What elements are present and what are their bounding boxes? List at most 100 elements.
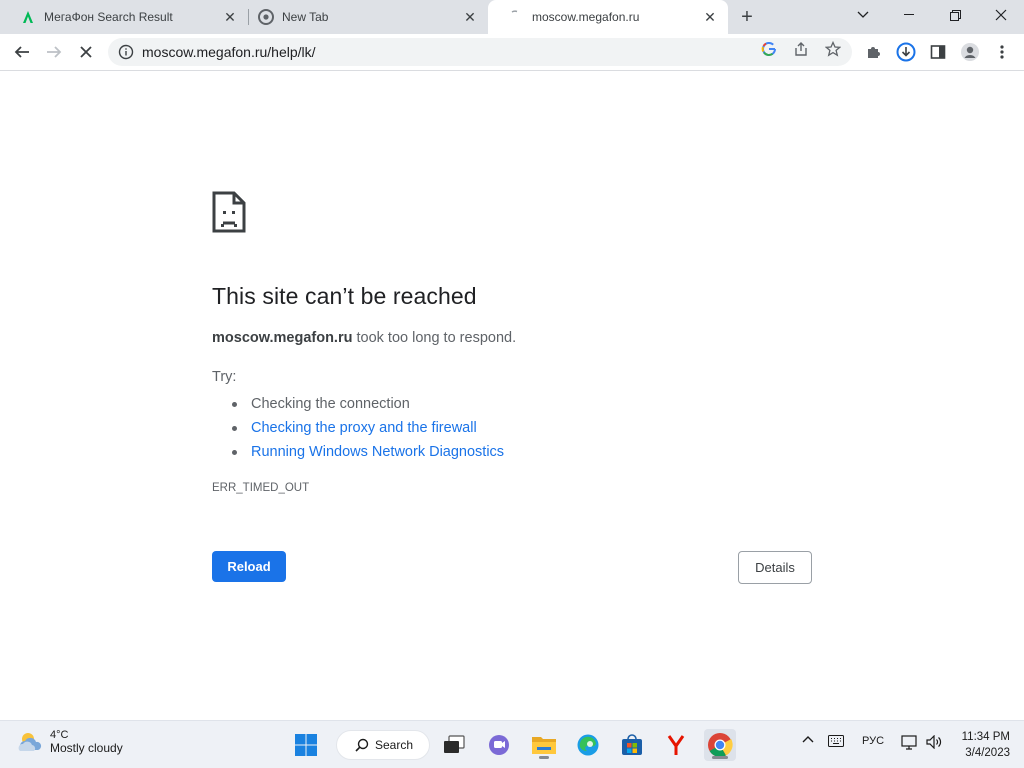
weather-temperature: 4°C [50,729,69,741]
suggestion-check-connection: Checking the connection [232,392,504,416]
site-info-icon[interactable] [118,44,134,60]
suggestion-network-diagnostics-link[interactable]: Running Windows Network Diagnostics [232,440,504,464]
stop-loading-button[interactable] [72,38,100,66]
teams-chat-button[interactable] [483,729,515,761]
tab-moscow-megafon[interactable]: moscow.megafon.ru ✕ [488,0,728,34]
reload-button[interactable]: Reload [212,551,286,582]
taskbar-search[interactable]: Search [336,730,430,760]
tab-title: МегаФон Search Result [44,10,173,24]
close-icon [995,9,1007,21]
weather-widget[interactable]: 4°C Mostly cloudy [16,729,123,755]
address-bar[interactable]: moscow.megafon.ru/help/lk/ [108,38,852,66]
chrome-icon [258,9,274,25]
details-button[interactable]: Details [738,551,812,584]
chrome-icon [708,733,733,758]
browser-toolbar: moscow.megafon.ru/help/lk/ [0,34,1024,71]
menu-button[interactable] [988,38,1016,66]
close-tab-icon[interactable]: ✕ [460,7,480,27]
windows-taskbar: 4°C Mostly cloudy Search РУС 11:34 PM 3/… [0,720,1024,768]
running-indicator [539,756,549,759]
minimize-icon [904,14,914,15]
back-button[interactable] [8,38,36,66]
edge-button[interactable] [572,729,604,761]
input-language[interactable]: РУС [858,735,888,747]
forward-button[interactable] [40,38,68,66]
error-title: This site can’t be reached [212,283,477,309]
partly-cloudy-icon [18,733,42,751]
tab-megafon-search[interactable]: МегаФон Search Result ✕ [0,0,248,34]
more-vert-icon [1000,45,1004,59]
google-lens-icon[interactable] [760,40,778,58]
task-view-icon [444,735,465,753]
bullet [232,401,237,407]
side-panel-icon [930,45,946,59]
windows-icon [295,734,317,756]
error-code: ERR_TIMED_OUT [212,482,310,494]
close-tab-icon[interactable]: ✕ [220,7,240,27]
avatar-icon [961,43,979,61]
bookmark-star-icon[interactable] [824,40,842,58]
extensions-button[interactable] [860,38,888,66]
tab-new-tab[interactable]: New Tab ✕ [238,0,488,34]
megafon-icon [20,9,36,25]
close-window-button[interactable] [978,0,1024,30]
profile-button[interactable] [956,38,984,66]
arrow-left-icon [14,46,29,58]
edge-icon [577,734,599,756]
store-icon [622,734,642,755]
clock-date: 3/4/2023 [965,747,1010,759]
tab-title: New Tab [282,10,329,24]
downloads-button[interactable] [892,38,920,66]
sad-page-icon [212,191,246,233]
minimize-button[interactable] [886,0,932,30]
clock-time: 11:34 PM [961,731,1010,743]
store-button[interactable] [616,729,648,761]
arrow-right-icon [47,46,62,58]
chat-icon [489,735,509,755]
share-icon[interactable] [792,40,810,58]
suggestion-text[interactable]: Checking the proxy and the firewall [251,420,477,436]
close-tab-icon[interactable]: ✕ [700,7,720,27]
chrome-button[interactable] [704,729,736,761]
stop-icon [80,46,92,58]
url-text[interactable]: moscow.megafon.ru/help/lk/ [142,44,852,60]
side-panel-button[interactable] [924,38,952,66]
tab-strip: МегаФон Search Result ✕ New Tab ✕ moscow… [0,0,1024,34]
bullet [232,449,237,455]
yandex-browser-button[interactable] [660,729,692,761]
error-host: moscow.megafon.ru [212,330,353,346]
search-icon [355,738,369,752]
running-indicator [712,756,728,759]
tab-search-button[interactable] [840,0,886,30]
try-label: Try: [212,369,237,385]
chevron-down-icon [857,11,869,18]
new-tab-button[interactable]: + [736,6,758,28]
keyboard-icon [828,735,844,747]
network-icon[interactable] [900,735,920,751]
error-page: This site can’t be reached moscow.megafo… [0,71,1024,720]
start-button[interactable] [290,729,322,761]
show-hidden-icons-button[interactable] [798,735,818,743]
suggestion-text[interactable]: Running Windows Network Diagnostics [251,444,504,460]
system-clock[interactable]: 11:34 PM 3/4/2023 [954,729,1010,761]
suggestion-text: Checking the connection [251,396,410,412]
folder-icon [532,737,556,754]
touch-keyboard-button[interactable] [826,735,846,747]
chevron-up-icon [802,736,814,743]
error-description: moscow.megafon.ru took too long to respo… [212,330,516,346]
yandex-icon [667,735,685,755]
file-explorer-button[interactable] [528,729,560,761]
tab-title: moscow.megafon.ru [532,10,640,24]
restore-button[interactable] [932,0,978,30]
error-description-text: took too long to respond. [352,330,517,346]
suggestions-list: Checking the connection Checking the pro… [232,392,504,464]
search-label: Search [375,738,414,752]
weather-condition: Mostly cloudy [50,741,123,755]
suggestion-check-proxy-link[interactable]: Checking the proxy and the firewall [232,416,504,440]
loading-icon [508,9,524,25]
restore-icon [949,9,961,21]
task-view-button[interactable] [438,729,470,761]
download-icon [896,42,916,62]
bullet [232,425,237,431]
volume-icon[interactable] [924,735,946,749]
